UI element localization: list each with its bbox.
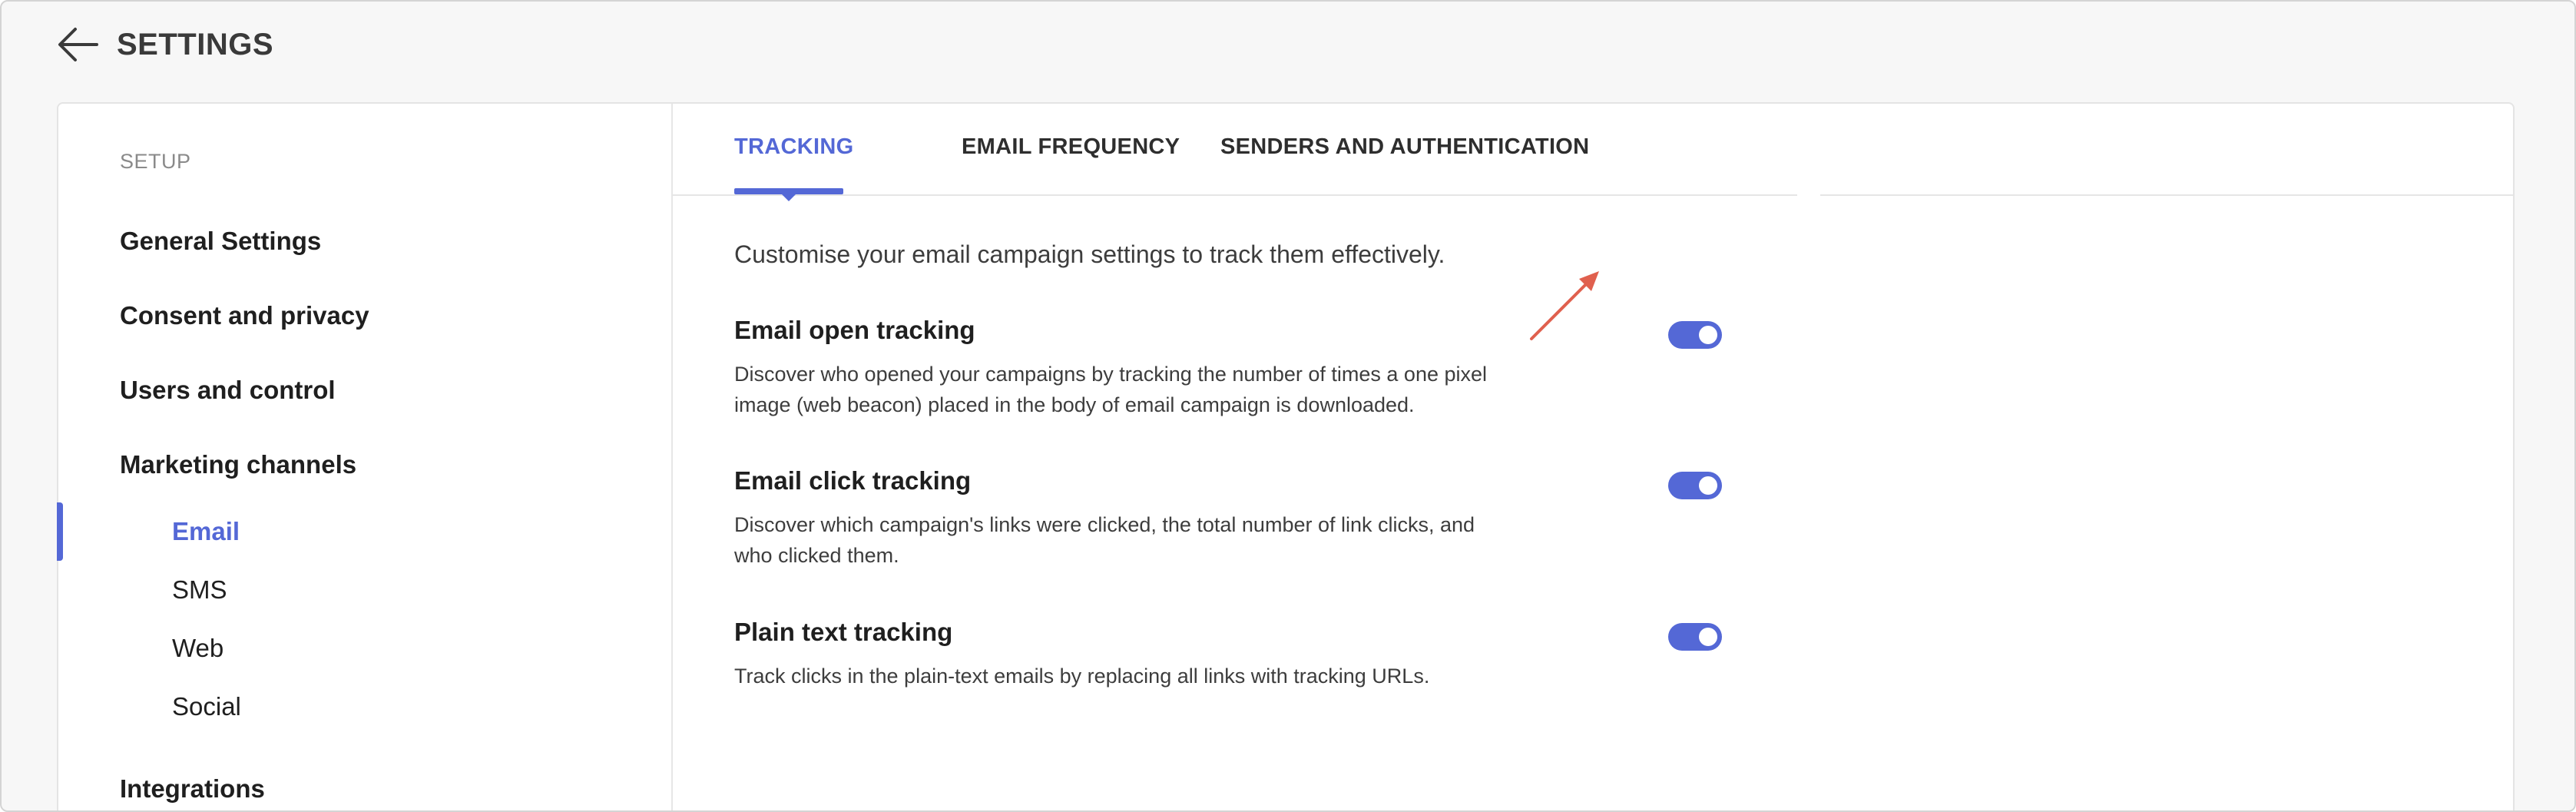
- email-open-tracking-toggle[interactable]: [1668, 321, 1722, 349]
- back-button[interactable]: [55, 25, 100, 65]
- sidebar-item-integrations[interactable]: Integrations: [120, 774, 265, 804]
- active-indicator: [57, 502, 63, 561]
- tab-tracking[interactable]: TRACKING: [734, 134, 853, 160]
- setting-email-open-tracking: Email open tracking Discover who opened …: [734, 316, 1702, 420]
- toggle-knob: [1699, 628, 1717, 646]
- setting-title: Plain text tracking: [734, 618, 953, 646]
- toggle-knob: [1699, 476, 1717, 495]
- arrow-left-icon: [58, 28, 98, 61]
- tab-bar-gap: [1797, 188, 1820, 197]
- setting-plain-text-tracking: Plain text tracking Track clicks in the …: [734, 618, 1702, 691]
- plain-text-tracking-toggle[interactable]: [1668, 623, 1722, 651]
- sidebar-subitem-social[interactable]: Social: [172, 692, 241, 721]
- tab-senders-and-authentication[interactable]: SENDERS AND AUTHENTICATION: [1220, 134, 1589, 160]
- tab-bar: TRACKING EMAIL FREQUENCY SENDERS AND AUT…: [673, 104, 2513, 201]
- setting-description: Track clicks in the plain-text emails by…: [734, 665, 1430, 688]
- sidebar-item-consent-and-privacy[interactable]: Consent and privacy: [120, 301, 369, 330]
- header-bar: SETTINGS: [2, 2, 2574, 92]
- page-title: SETTINGS: [117, 28, 274, 61]
- intro-text: Customise your email campaign settings t…: [734, 240, 1445, 268]
- active-tab-notch: [781, 194, 796, 201]
- setting-description: Discover who opened your campaigns by tr…: [734, 363, 1488, 416]
- main-content: TRACKING EMAIL FREQUENCY SENDERS AND AUT…: [673, 104, 2513, 810]
- sidebar-item-users-and-control[interactable]: Users and control: [120, 376, 336, 405]
- settings-card: SETUP General Settings Consent and priva…: [57, 102, 2515, 810]
- sidebar: SETUP General Settings Consent and priva…: [57, 104, 673, 810]
- setting-email-click-tracking: Email click tracking Discover which camp…: [734, 466, 1702, 571]
- tab-email-frequency[interactable]: EMAIL FREQUENCY: [962, 134, 1180, 160]
- toggle-knob: [1699, 326, 1717, 344]
- sidebar-item-marketing-channels[interactable]: Marketing channels: [120, 450, 356, 479]
- setting-description: Discover which campaign's links were cli…: [734, 513, 1475, 567]
- setting-title: Email click tracking: [734, 466, 972, 495]
- setting-title: Email open tracking: [734, 316, 975, 344]
- sidebar-subitem-email[interactable]: Email: [172, 517, 240, 546]
- sidebar-subitem-sms[interactable]: SMS: [172, 575, 227, 605]
- sidebar-heading: SETUP: [120, 150, 191, 173]
- sidebar-subitem-web[interactable]: Web: [172, 634, 223, 663]
- app-window: SETTINGS SETUP General Settings Consent …: [0, 0, 2576, 812]
- sidebar-item-general-settings[interactable]: General Settings: [120, 227, 321, 256]
- email-click-tracking-toggle[interactable]: [1668, 472, 1722, 499]
